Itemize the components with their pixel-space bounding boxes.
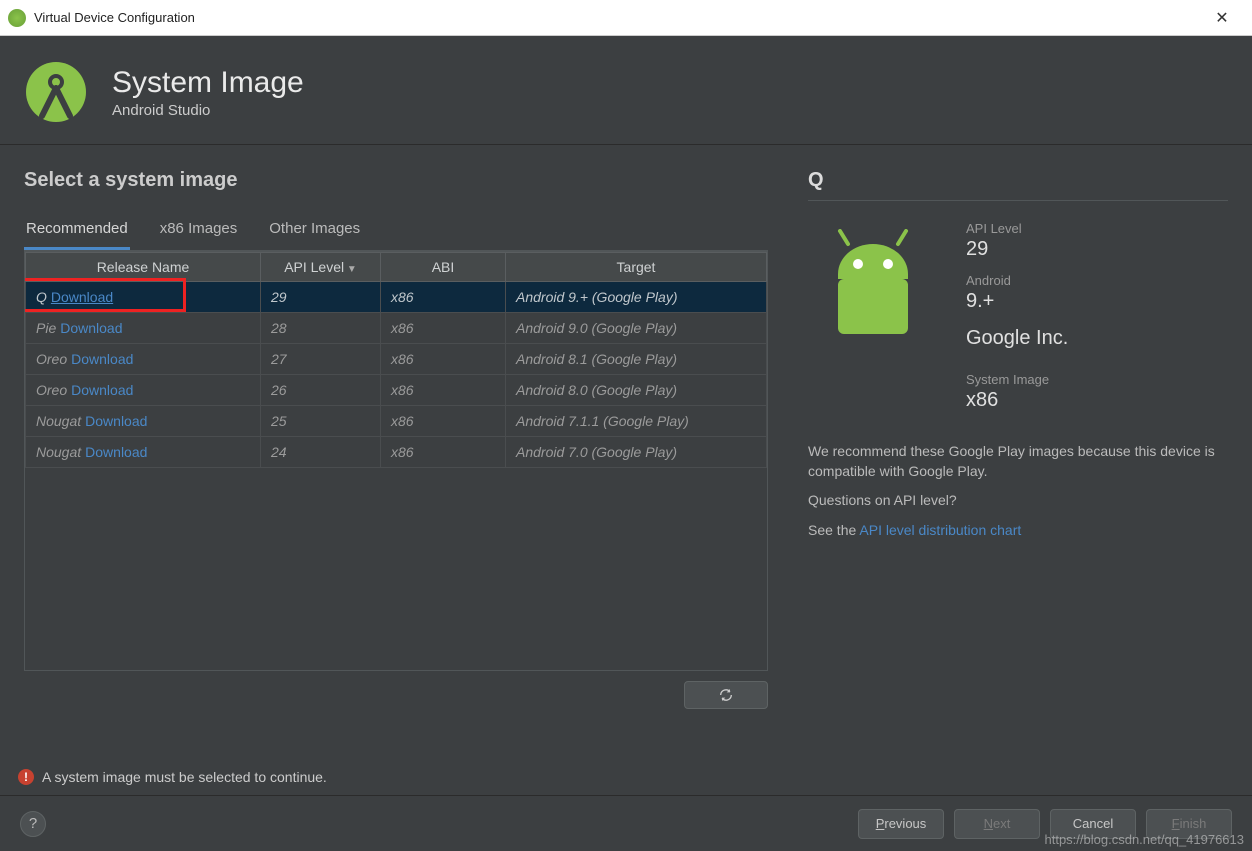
- details-panel: Q API Level 29 Android 9.+ Google Inc. S…: [808, 169, 1228, 709]
- tab-other-images[interactable]: Other Images: [267, 212, 362, 250]
- table-row[interactable]: NougatDownload 25x86Android 7.1.1 (Google…: [26, 406, 767, 437]
- cell-api: 25: [261, 406, 381, 437]
- cell-target: Android 9.+ (Google Play): [506, 282, 767, 313]
- tab-x86-images[interactable]: x86 Images: [158, 212, 240, 250]
- error-text: A system image must be selected to conti…: [42, 769, 327, 785]
- page-subtitle: Android Studio: [112, 102, 304, 119]
- finish-button[interactable]: Finish: [1146, 809, 1232, 839]
- android-studio-logo-icon: [24, 60, 88, 124]
- see-prefix: See the: [808, 522, 859, 538]
- cell-abi: x86: [381, 437, 506, 468]
- cell-api: 29: [261, 282, 381, 313]
- release-name: Oreo: [36, 351, 67, 367]
- value-android: 9.+: [966, 290, 1068, 313]
- image-tabs: Recommended x86 Images Other Images: [24, 212, 768, 251]
- download-link[interactable]: Download: [85, 413, 147, 429]
- question-text: Questions on API level?: [808, 491, 1228, 511]
- value-system-image: x86: [966, 389, 1068, 412]
- col-abi[interactable]: ABI: [381, 253, 506, 282]
- wizard-footer: ? Previous Next Cancel Finish: [0, 795, 1252, 851]
- table-row[interactable]: PieDownload 28x86Android 9.0 (Google Play…: [26, 313, 767, 344]
- help-button[interactable]: ?: [20, 811, 46, 837]
- release-name: Q: [36, 289, 47, 305]
- cell-api: 27: [261, 344, 381, 375]
- cell-abi: x86: [381, 375, 506, 406]
- cell-target: Android 7.1.1 (Google Play): [506, 406, 767, 437]
- recommendation-text: We recommend these Google Play images be…: [808, 442, 1228, 481]
- download-link[interactable]: Download: [71, 351, 133, 367]
- refresh-icon: [718, 687, 734, 703]
- tab-recommended[interactable]: Recommended: [24, 212, 130, 250]
- label-system-image: System Image: [966, 372, 1068, 387]
- cell-target: Android 8.1 (Google Play): [506, 344, 767, 375]
- col-api-level[interactable]: API Level: [261, 253, 381, 282]
- cell-api: 24: [261, 437, 381, 468]
- system-image-table: Release Name API Level ABI Target QDownl…: [24, 251, 768, 671]
- cell-abi: x86: [381, 344, 506, 375]
- release-name: Pie: [36, 320, 56, 336]
- android-studio-icon: [8, 9, 26, 27]
- download-link[interactable]: Download: [71, 382, 133, 398]
- download-link[interactable]: Download: [51, 289, 113, 305]
- cell-target: Android 8.0 (Google Play): [506, 375, 767, 406]
- android-robot-icon: [818, 229, 928, 349]
- titlebar: Virtual Device Configuration ✕: [0, 0, 1252, 36]
- error-icon: !: [18, 769, 34, 785]
- table-row[interactable]: OreoDownload 26x86Android 8.0 (Google Pla…: [26, 375, 767, 406]
- label-api-level: API Level: [966, 221, 1068, 236]
- label-android: Android: [966, 273, 1068, 288]
- section-title: Select a system image: [24, 169, 768, 192]
- cell-abi: x86: [381, 406, 506, 437]
- cell-target: Android 9.0 (Google Play): [506, 313, 767, 344]
- download-link[interactable]: Download: [60, 320, 122, 336]
- previous-button[interactable]: Previous: [858, 809, 944, 839]
- header-banner: System Image Android Studio: [0, 36, 1252, 145]
- cell-abi: x86: [381, 313, 506, 344]
- validation-error: ! A system image must be selected to con…: [18, 769, 327, 785]
- value-api-level: 29: [966, 238, 1068, 261]
- cell-api: 26: [261, 375, 381, 406]
- table-row[interactable]: QDownload 29x86Android 9.+ (Google Play): [26, 282, 767, 313]
- refresh-button[interactable]: [684, 681, 768, 709]
- cell-target: Android 7.0 (Google Play): [506, 437, 767, 468]
- window-title: Virtual Device Configuration: [34, 10, 1200, 25]
- close-button[interactable]: ✕: [1200, 0, 1244, 36]
- next-button[interactable]: Next: [954, 809, 1040, 839]
- value-vendor: Google Inc.: [966, 327, 1068, 350]
- cell-abi: x86: [381, 282, 506, 313]
- release-name: Nougat: [36, 444, 81, 460]
- table-row[interactable]: OreoDownload 27x86Android 8.1 (Google Pla…: [26, 344, 767, 375]
- col-target[interactable]: Target: [506, 253, 767, 282]
- download-link[interactable]: Download: [85, 444, 147, 460]
- cancel-button[interactable]: Cancel: [1050, 809, 1136, 839]
- table-row[interactable]: NougatDownload 24x86Android 7.0 (Google P…: [26, 437, 767, 468]
- col-release-name[interactable]: Release Name: [26, 253, 261, 282]
- page-title: System Image: [112, 66, 304, 100]
- api-distribution-link[interactable]: API level distribution chart: [859, 522, 1021, 538]
- cell-api: 28: [261, 313, 381, 344]
- details-title: Q: [808, 169, 1228, 201]
- release-name: Nougat: [36, 413, 81, 429]
- release-name: Oreo: [36, 382, 67, 398]
